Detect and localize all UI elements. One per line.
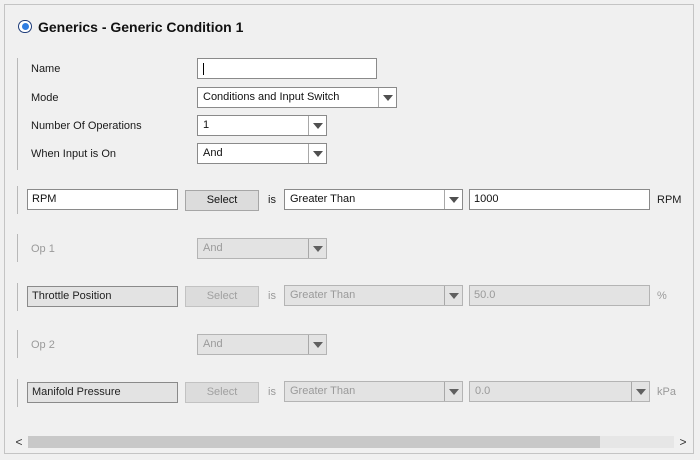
- operation-bar: [17, 330, 18, 358]
- name-input[interactable]: [197, 58, 377, 79]
- ops-label: Number Of Operations: [31, 120, 142, 132]
- condition-1-select-button[interactable]: Select: [185, 190, 259, 211]
- condition-3-operator-select[interactable]: Greater Than: [284, 381, 463, 402]
- condition-2-channel-field[interactable]: Throttle Position: [27, 286, 178, 307]
- chevron-down-icon[interactable]: [308, 239, 326, 258]
- op-2-select[interactable]: And: [197, 334, 327, 355]
- text-caret: [203, 63, 204, 75]
- input-on-label: When Input is On: [31, 148, 116, 160]
- op-2-select-value: And: [203, 338, 223, 350]
- condition-3-is-label: is: [268, 386, 276, 398]
- condition-2-is-label: is: [268, 290, 276, 302]
- condition-1-unit: RPM: [657, 194, 682, 206]
- condition-2-operator-select[interactable]: Greater Than: [284, 285, 463, 306]
- mode-label: Mode: [31, 92, 59, 104]
- name-label: Name: [31, 63, 61, 75]
- scroll-left-icon[interactable]: <: [12, 434, 26, 450]
- ops-select[interactable]: 1: [197, 115, 327, 136]
- condition-bar: [17, 379, 18, 407]
- op-1-label: Op 1: [31, 243, 55, 255]
- chevron-down-icon[interactable]: [378, 88, 396, 107]
- condition-2-select-button[interactable]: Select: [185, 286, 259, 307]
- condition-2-unit: %: [657, 290, 667, 302]
- toggle-icon[interactable]: [18, 20, 32, 33]
- condition-3-operator-value: Greater Than: [290, 385, 356, 397]
- page-title: Generics - Generic Condition 1: [38, 19, 244, 35]
- condition-1-operator-select[interactable]: Greater Than: [284, 189, 463, 210]
- chevron-down-icon[interactable]: [444, 286, 462, 305]
- op-1-select[interactable]: And: [197, 238, 327, 259]
- op-2-label: Op 2: [31, 339, 55, 351]
- chevron-down-icon[interactable]: [444, 190, 462, 209]
- ops-select-value: 1: [203, 119, 210, 131]
- condition-2-operator-value: Greater Than: [290, 289, 356, 301]
- chevron-down-icon[interactable]: [308, 335, 326, 354]
- scrollbar-thumb[interactable]: [28, 436, 600, 448]
- mode-select[interactable]: Conditions and Input Switch: [197, 87, 397, 108]
- op-1-select-value: And: [203, 242, 223, 254]
- condition-1-is-label: is: [268, 194, 276, 206]
- chevron-down-icon[interactable]: [444, 382, 462, 401]
- operation-bar: [17, 234, 18, 262]
- condition-1-operator-value: Greater Than: [290, 193, 356, 205]
- condition-bar: [17, 283, 18, 311]
- condition-3-value-select[interactable]: 0.0: [469, 381, 650, 402]
- input-on-select[interactable]: And: [197, 143, 327, 164]
- condition-3-unit: kPa: [657, 386, 676, 398]
- condition-bar: [17, 186, 18, 214]
- mode-select-value: Conditions and Input Switch: [203, 91, 340, 103]
- condition-2-value-input[interactable]: 50.0: [469, 285, 650, 306]
- condition-1-value-input[interactable]: 1000: [469, 189, 650, 210]
- input-on-select-value: And: [203, 147, 223, 159]
- condition-3-channel-field[interactable]: Manifold Pressure: [27, 382, 178, 403]
- section-bar: [17, 58, 18, 170]
- condition-1-channel-field[interactable]: RPM: [27, 189, 178, 210]
- scroll-right-icon[interactable]: >: [676, 434, 690, 450]
- condition-3-value: 0.0: [475, 385, 491, 397]
- chevron-down-icon[interactable]: [631, 382, 649, 401]
- chevron-down-icon[interactable]: [308, 116, 326, 135]
- condition-3-select-button[interactable]: Select: [185, 382, 259, 403]
- horizontal-scrollbar[interactable]: < >: [12, 434, 690, 450]
- chevron-down-icon[interactable]: [308, 144, 326, 163]
